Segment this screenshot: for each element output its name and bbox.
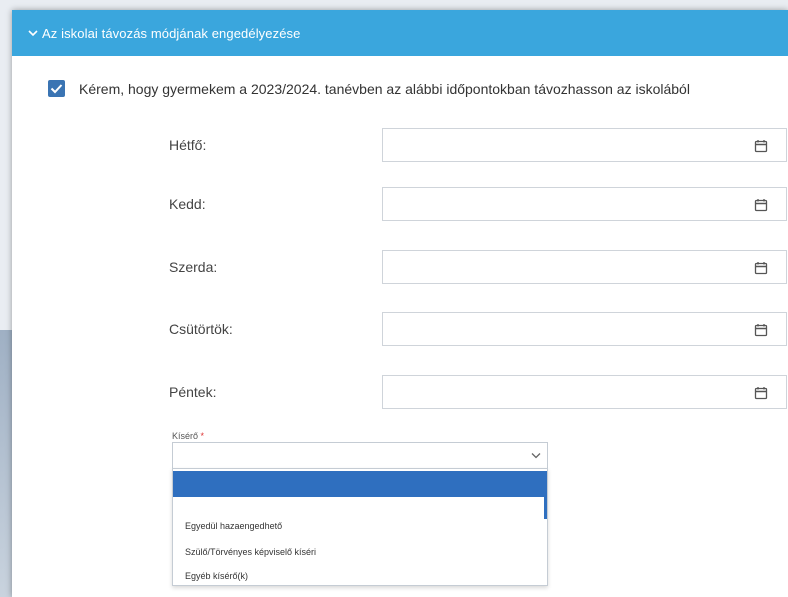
day-row-friday: Péntek: [12, 375, 788, 411]
calendar-icon[interactable] [754, 139, 768, 153]
section-title: Az iskolai távozás módjának engedélyezés… [42, 25, 301, 41]
kisero-label: Kísérő * [172, 431, 205, 441]
day-label: Csütörtök: [169, 321, 233, 337]
calendar-icon[interactable] [754, 198, 768, 212]
chevron-down-icon[interactable] [28, 29, 38, 37]
consent-checkbox[interactable] [48, 80, 65, 97]
consent-row: Kérem, hogy gyermekem a 2023/2024. tanév… [48, 80, 690, 97]
calendar-icon[interactable] [754, 323, 768, 337]
day-label: Péntek: [169, 384, 217, 400]
day-row-wednesday: Szerda: [12, 250, 788, 286]
chevron-down-icon[interactable] [531, 452, 541, 459]
dropdown-option[interactable]: Egyedül hazaengedhető [185, 521, 282, 531]
dropdown-option[interactable]: Szülő/Törvényes képviselő kíséri [185, 547, 316, 557]
day-label: Szerda: [169, 259, 218, 275]
checkmark-icon [50, 84, 63, 94]
date-input-wednesday[interactable] [382, 250, 787, 284]
required-marker: * [200, 431, 205, 441]
calendar-icon[interactable] [754, 261, 768, 275]
consent-label: Kérem, hogy gyermekem a 2023/2024. tanév… [79, 80, 690, 97]
kisero-select[interactable] [172, 442, 548, 470]
day-row-monday: Hétfő: [12, 128, 788, 164]
form-card: Az iskolai távozás módjának engedélyezés… [12, 10, 788, 597]
kisero-dropdown-list: Egyedül hazaengedhető Szülő/Törvényes ké… [172, 468, 548, 586]
day-row-tuesday: Kedd: [12, 187, 788, 223]
dropdown-option[interactable]: Egyéb kísérő(k) [185, 571, 248, 581]
section-header[interactable]: Az iskolai távozás módjának engedélyezés… [12, 10, 788, 56]
date-input-thursday[interactable] [382, 312, 787, 346]
day-label: Hétfő: [169, 137, 207, 153]
dropdown-scrollbar[interactable] [544, 497, 547, 519]
date-input-monday[interactable] [382, 128, 787, 162]
date-input-tuesday[interactable] [382, 187, 787, 221]
day-label: Kedd: [169, 196, 206, 212]
dropdown-option-empty[interactable] [173, 471, 547, 497]
day-row-thursday: Csütörtök: [12, 312, 788, 348]
date-input-friday[interactable] [382, 375, 787, 409]
calendar-icon[interactable] [754, 386, 768, 400]
